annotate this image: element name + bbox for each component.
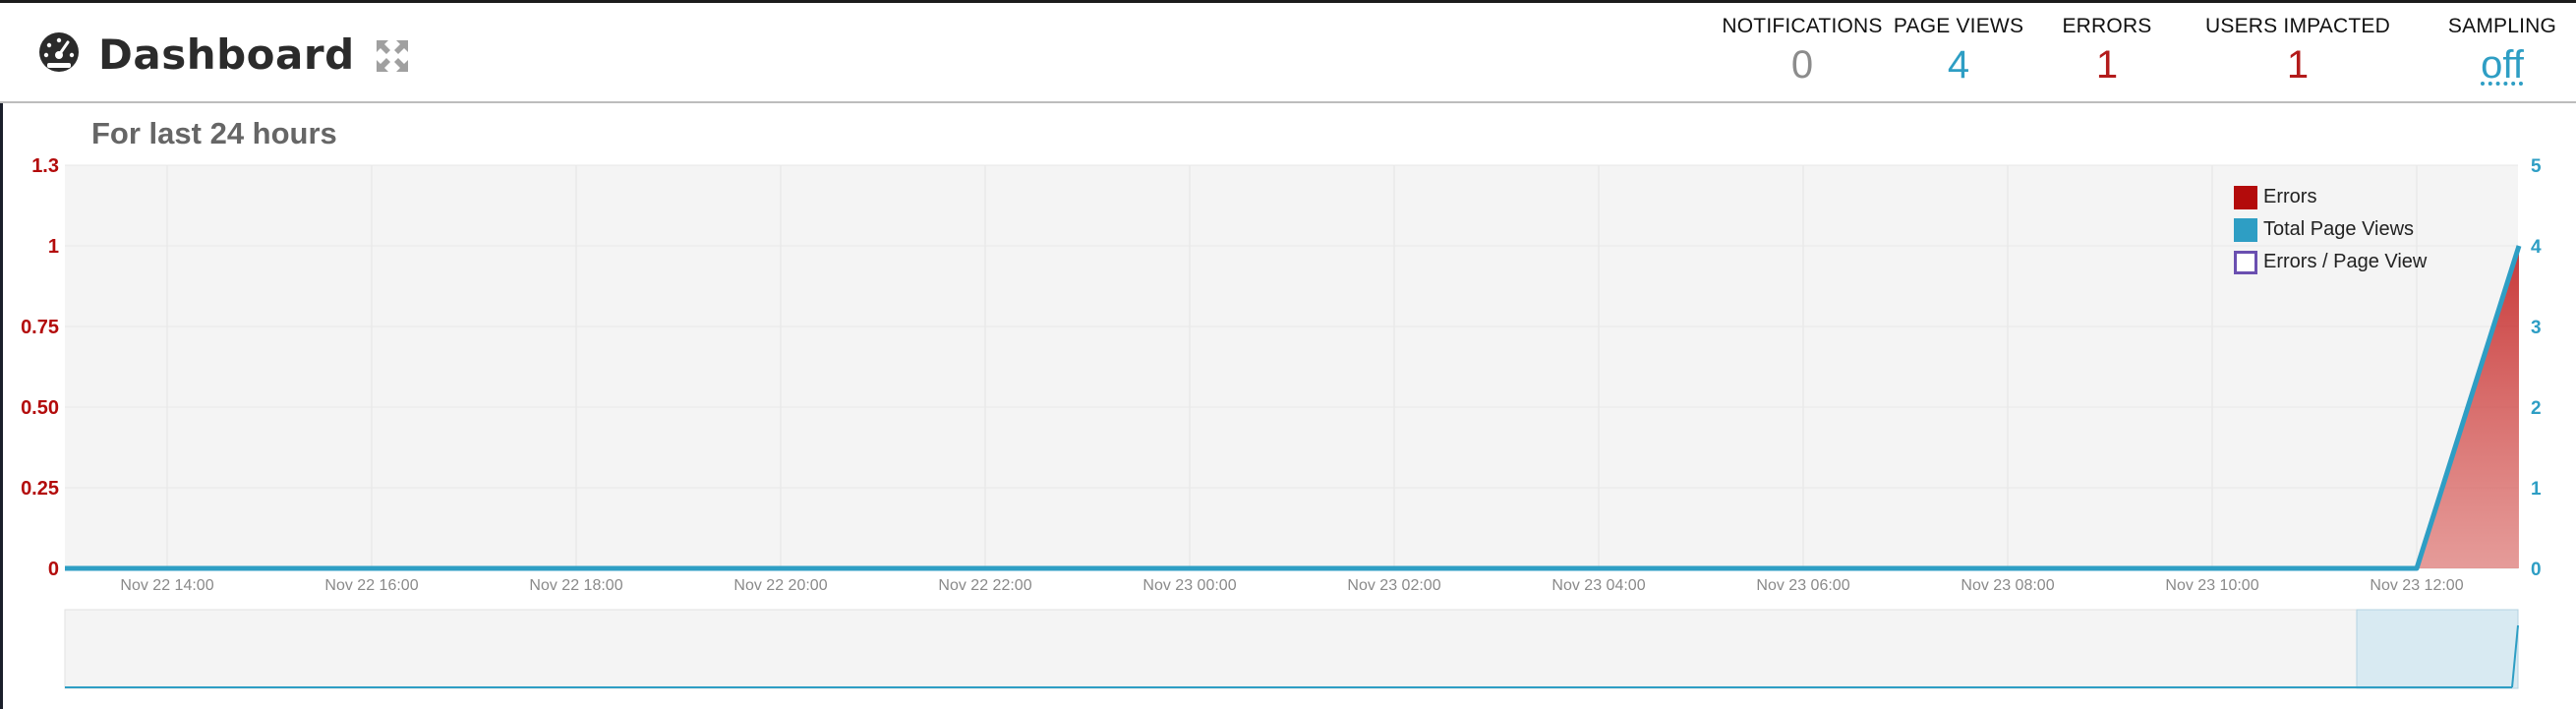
y-left-tick-label: 0.50: [21, 397, 59, 419]
y-right-tick-label: 0: [2531, 560, 2542, 580]
x-tick-label: Nov 22 18:00: [529, 577, 622, 594]
y-axis-right: 0 1 2 3 4 5: [2531, 156, 2542, 580]
plot-area: [65, 165, 2518, 568]
y-right-tick-label: 2: [2531, 398, 2542, 419]
x-tick-label: Nov 23 00:00: [1142, 577, 1236, 594]
navigator-track: [64, 609, 2519, 689]
legend-label: Total Page Views: [2263, 218, 2415, 240]
legend-label: Errors: [2263, 186, 2317, 207]
x-tick-label: Nov 23 10:00: [2165, 577, 2258, 594]
legend-item-page-views[interactable]: Total Page Views: [2234, 213, 2427, 246]
x-tick-label: Nov 22 20:00: [733, 577, 827, 594]
y-right-tick-label: 3: [2531, 318, 2542, 338]
x-tick-label: Nov 23 12:00: [2370, 577, 2463, 594]
legend-item-errors[interactable]: Errors: [2234, 181, 2427, 213]
legend-swatch: [2234, 185, 2257, 209]
y-left-tick-label: 1.3: [31, 155, 59, 177]
y-left-tick-label: 0.75: [21, 317, 59, 338]
legend-label: Errors / Page View: [2263, 251, 2428, 272]
x-tick-label: Nov 23 02:00: [1347, 577, 1440, 594]
x-tick-label: Nov 22 22:00: [938, 577, 1031, 594]
x-tick-label: Nov 22 16:00: [324, 577, 418, 594]
legend-item-errors-per-view[interactable]: Errors / Page View: [2234, 246, 2427, 278]
y-axis-left: 0 0.25 0.50 0.75 1 1.3: [21, 155, 59, 580]
y-left-tick-label: 0: [48, 559, 59, 580]
x-tick-label: Nov 23 04:00: [1551, 577, 1645, 594]
chart-legend: Errors Total Page Views Errors / Page Vi…: [2234, 181, 2427, 278]
y-left-tick-label: 1: [48, 236, 59, 258]
y-left-tick-label: 0.25: [21, 478, 59, 500]
x-tick-label: Nov 22 14:00: [120, 577, 213, 594]
x-axis-ticks: Nov 22 14:00 Nov 22 16:00 Nov 22 18:00 Nov …: [120, 577, 2463, 594]
y-right-tick-label: 4: [2531, 237, 2542, 258]
navigator-selection[interactable]: [2356, 609, 2519, 689]
range-navigator[interactable]: [64, 609, 2519, 689]
errors-pageviews-chart: Nov 22 14:00 Nov 22 16:00 Nov 22 18:00 Nov …: [21, 155, 2542, 689]
x-tick-label: Nov 23 08:00: [1961, 577, 2054, 594]
y-right-tick-label: 5: [2531, 156, 2542, 177]
y-right-tick-label: 1: [2531, 479, 2542, 500]
legend-swatch: [2234, 217, 2257, 242]
x-tick-label: Nov 23 06:00: [1756, 577, 1849, 594]
legend-swatch: [2234, 250, 2257, 274]
